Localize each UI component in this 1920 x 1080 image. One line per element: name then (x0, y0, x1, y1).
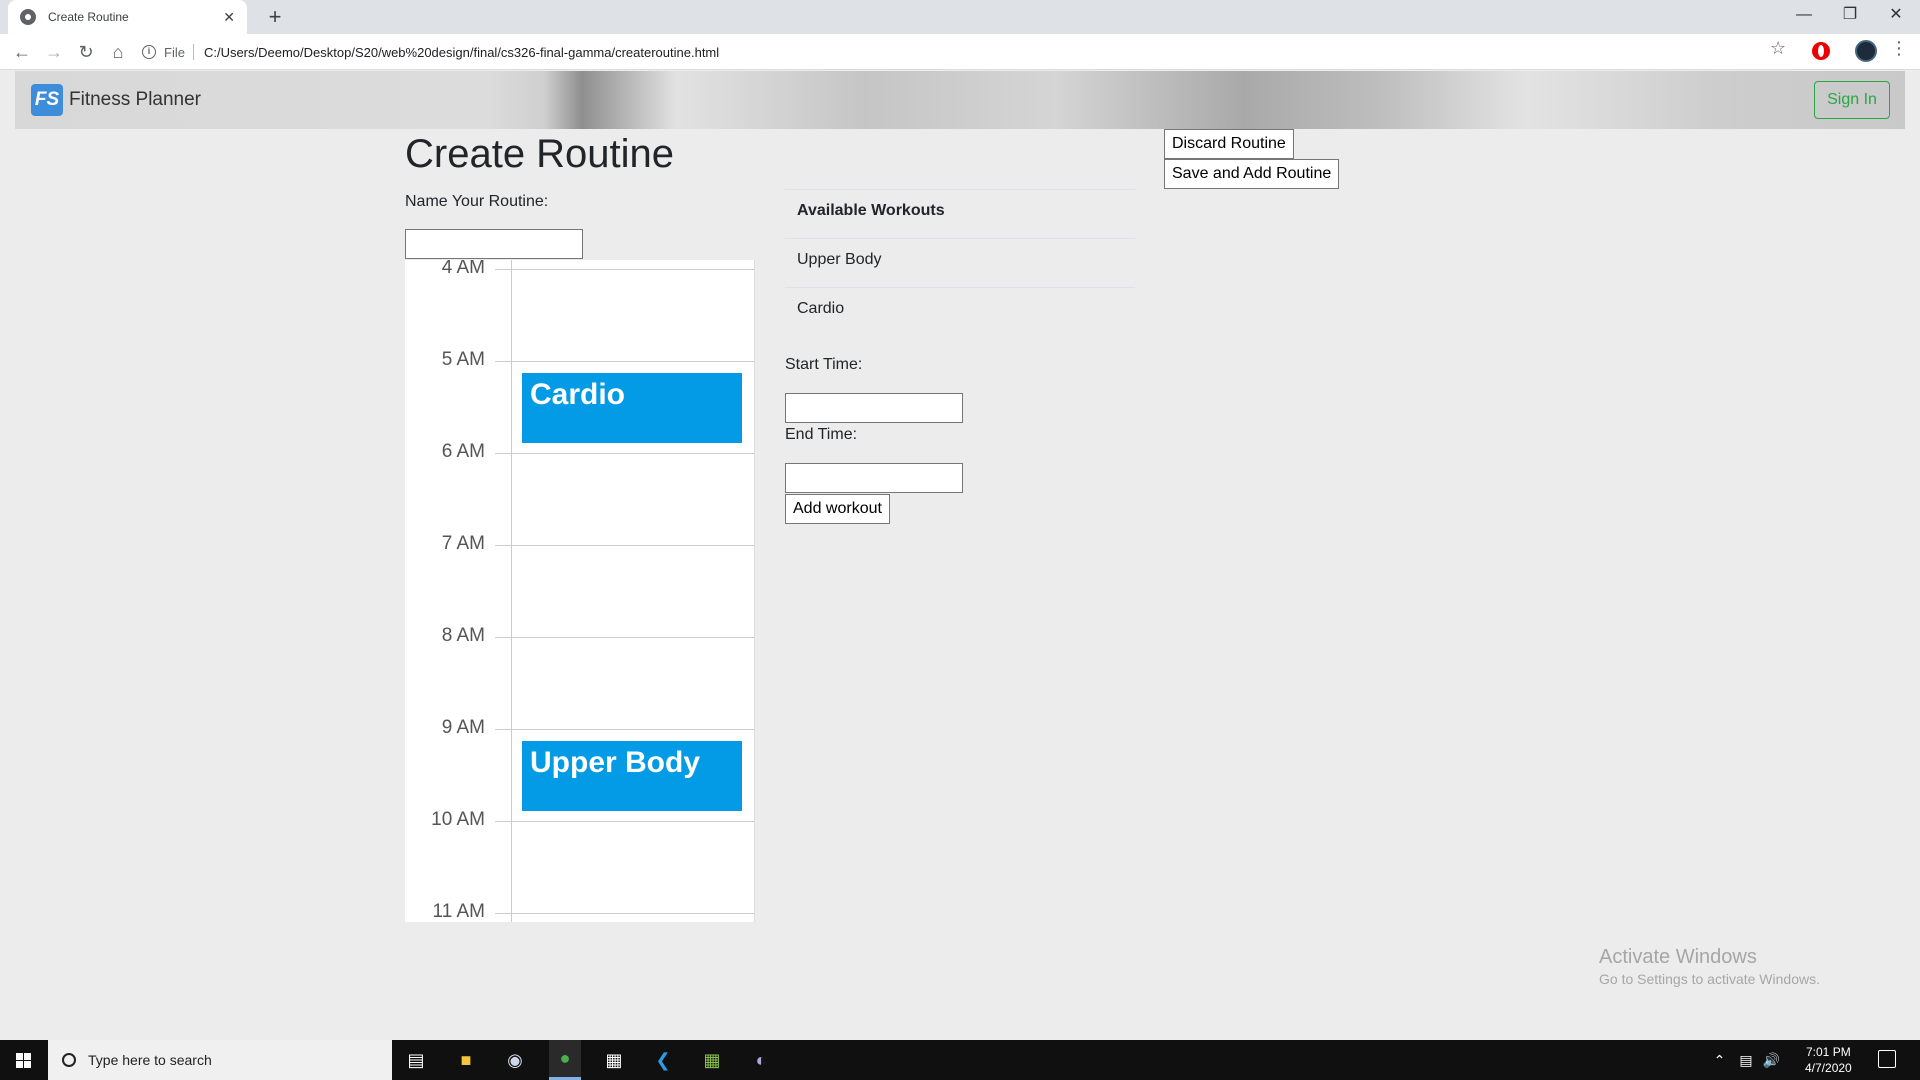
taskbar-search-placeholder: Type here to search (88, 1052, 212, 1068)
start-time-input[interactable] (785, 393, 963, 423)
calendar-hour-line (495, 821, 754, 822)
calendar-hour-row: 11 AM (405, 901, 754, 922)
calendar-hour-line (495, 913, 754, 914)
clock-time: 7:01 PM (1806, 1045, 1851, 1059)
back-icon[interactable]: ← (8, 38, 36, 66)
taskbar-search-box[interactable]: Type here to search (48, 1040, 392, 1080)
forward-icon[interactable]: → (40, 38, 68, 66)
globe-icon (20, 9, 36, 25)
calendar-hour-label: 10 AM (431, 809, 485, 830)
calendar-hour-line (495, 361, 754, 362)
calendar-hour-row: 6 AM (405, 441, 754, 533)
notification-icon[interactable] (1878, 1050, 1896, 1068)
tab-close-icon[interactable]: ✕ (223, 9, 235, 26)
bookmark-star-icon[interactable]: ☆ (1770, 38, 1786, 59)
task-view-icon[interactable]: ▤ (401, 1045, 431, 1075)
browser-menu-icon[interactable]: ⋮ (1890, 38, 1908, 59)
windows-taskbar: Type here to search ▤ ■ ◉ ● ▦ ❮ ▦ ◐ ⌃ ▤ … (0, 1040, 1920, 1080)
routine-name-input[interactable] (405, 229, 583, 259)
calendar-hour-label: 9 AM (441, 717, 485, 738)
taskbar-clock[interactable]: 7:01 PM 4/7/2020 (1805, 1044, 1852, 1076)
calendar-hour-label: 11 AM (432, 901, 485, 922)
calendar-hour-row: 7 AM (405, 533, 754, 625)
activate-windows-watermark: Activate Windows Go to Settings to activ… (1599, 946, 1820, 987)
tab-title: Create Routine (48, 10, 129, 24)
xampp-icon[interactable]: ▦ (697, 1045, 727, 1075)
end-time-input[interactable] (785, 463, 963, 493)
calendar-hour-row: 4 AM (405, 260, 754, 349)
opera-extension-icon[interactable] (1812, 42, 1830, 60)
workouts-header: Available Workouts (785, 189, 1135, 238)
address-bar[interactable]: i File C:/Users/Deemo/Desktop/S20/web%20… (142, 38, 1762, 66)
calendar-event-cardio[interactable]: Cardio (522, 373, 742, 443)
home-icon[interactable]: ⌂ (104, 38, 132, 66)
watermark-subtitle: Go to Settings to activate Windows. (1599, 971, 1820, 987)
site-navbar: FS Fitness Planner Sign In (15, 71, 1905, 129)
info-icon[interactable]: i (142, 45, 156, 59)
page-title: Create Routine (405, 132, 675, 176)
paint-icon[interactable]: ◐ (746, 1045, 776, 1075)
brand-link[interactable]: FS Fitness Planner (31, 84, 201, 116)
workout-item-cardio[interactable]: Cardio (785, 287, 1135, 336)
network-icon[interactable]: ▤ (1739, 1052, 1752, 1069)
calendar-hour-line (495, 729, 754, 730)
address-file-label: File (164, 44, 185, 60)
start-time-label: Start Time: (785, 356, 863, 373)
steam-icon[interactable]: ◉ (500, 1045, 530, 1075)
calendar-hour-label: 4 AM (441, 260, 485, 278)
search-icon (62, 1053, 76, 1067)
brand-name: Fitness Planner (69, 89, 202, 110)
clock-date: 4/7/2020 (1805, 1061, 1852, 1075)
available-workouts-list: Available Workouts Upper Body Cardio (785, 189, 1135, 336)
address-url[interactable]: C:/Users/Deemo/Desktop/S20/web%20design/… (204, 45, 719, 60)
profile-avatar[interactable] (1855, 40, 1877, 62)
calendar-hour-label: 5 AM (441, 349, 485, 370)
brand-logo: FS (31, 84, 63, 116)
calendar-hour-line (495, 637, 754, 638)
discard-routine-button[interactable]: Discard Routine (1164, 129, 1294, 159)
chrome-icon[interactable]: ● (549, 1040, 581, 1080)
volume-icon[interactable]: 🔊 (1763, 1052, 1780, 1069)
save-routine-button[interactable]: Save and Add Routine (1164, 159, 1340, 189)
calendar-hour-line (495, 453, 754, 454)
browser-tab[interactable]: Create Routine ✕ (8, 0, 247, 34)
calculator-icon[interactable]: ▦ (599, 1045, 629, 1075)
restore-icon[interactable]: ❐ (1827, 0, 1873, 34)
vscode-icon[interactable]: ❮ (648, 1045, 678, 1075)
calendar-hour-line (495, 545, 754, 546)
browser-toolbar: ← → ↻ ⌂ i File C:/Users/Deemo/Desktop/S2… (0, 34, 1920, 70)
window-close-icon[interactable]: ✕ (1873, 0, 1919, 34)
watermark-title: Activate Windows (1599, 946, 1757, 968)
routine-name-label: Name Your Routine: (405, 193, 549, 210)
reload-icon[interactable]: ↻ (72, 38, 100, 66)
file-explorer-icon[interactable]: ■ (451, 1045, 481, 1075)
sign-in-button[interactable]: Sign In (1814, 81, 1890, 119)
tray-chevron-icon[interactable]: ⌃ (1714, 1052, 1726, 1069)
calendar-hour-label: 7 AM (441, 533, 485, 554)
browser-tabstrip: Create Routine ✕ + — ❐ ✕ (0, 0, 1920, 34)
calendar-event-upper-body[interactable]: Upper Body (522, 741, 742, 811)
end-time-label: End Time: (785, 426, 858, 443)
new-tab-icon[interactable]: + (262, 4, 288, 30)
add-workout-button[interactable]: Add workout (785, 494, 890, 524)
address-divider (192, 44, 194, 60)
workout-item-upper-body[interactable]: Upper Body (785, 238, 1135, 287)
calendar-hour-row: 10 AM (405, 809, 754, 901)
calendar-hour-row: 8 AM (405, 625, 754, 717)
calendar-hour-label: 6 AM (441, 441, 485, 462)
calendar-hour-label: 8 AM (441, 625, 485, 646)
routine-calendar[interactable]: 4 AM 5 AM 6 AM 7 AM 8 AM 9 AM 10 AM 11 AM Cardi… (405, 260, 755, 922)
minimize-icon[interactable]: — (1781, 0, 1827, 34)
calendar-hour-line (495, 269, 754, 270)
windows-start-icon[interactable] (0, 1040, 48, 1080)
